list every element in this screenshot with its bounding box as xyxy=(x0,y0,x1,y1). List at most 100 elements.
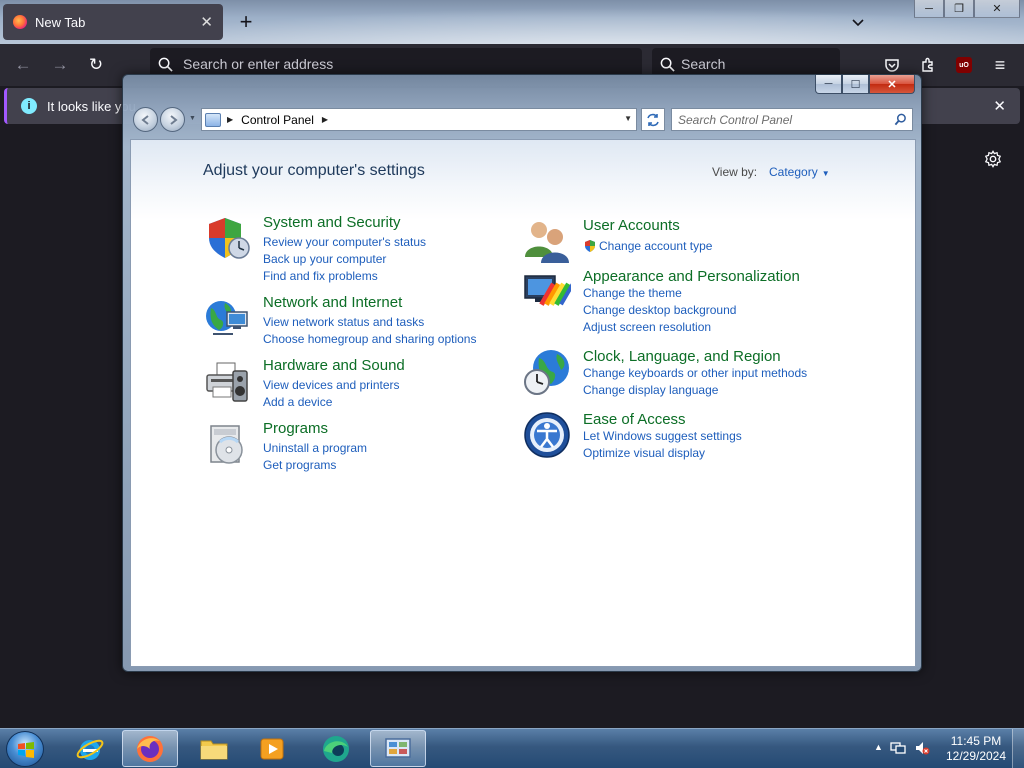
tab-title: New Tab xyxy=(35,14,86,30)
extensions-button[interactable] xyxy=(916,53,940,77)
dropdown-arrow-icon: ▼ xyxy=(821,169,830,178)
browser-minimize-button[interactable]: ─ xyxy=(914,0,944,18)
globe-clock-icon[interactable] xyxy=(523,348,571,396)
link-change-theme[interactable]: Change the theme xyxy=(583,286,682,300)
link-display-language[interactable]: Change display language xyxy=(583,383,718,397)
search-input[interactable] xyxy=(678,112,894,127)
printer-speaker-icon[interactable] xyxy=(203,357,251,405)
page-title: Adjust your computer's settings xyxy=(203,162,425,179)
new-tab-settings-button[interactable] xyxy=(982,148,1004,170)
users-icon[interactable] xyxy=(523,217,571,265)
category-title[interactable]: Ease of Access xyxy=(583,411,686,428)
search-icon xyxy=(158,57,173,72)
link-change-keyboards[interactable]: Change keyboards or other input methods xyxy=(583,366,807,380)
clock[interactable]: 11:45 PM 12/29/2024 xyxy=(940,734,1012,764)
link-get-programs[interactable]: Get programs xyxy=(263,458,336,472)
category-title[interactable]: Hardware and Sound xyxy=(263,357,405,374)
category-title[interactable]: Appearance and Personalization xyxy=(583,268,800,285)
link-back-up[interactable]: Back up your computer xyxy=(263,252,386,266)
close-button[interactable]: ✕ xyxy=(869,75,915,94)
browser-restore-button[interactable]: ❐ xyxy=(944,0,974,18)
link-desktop-background[interactable]: Change desktop background xyxy=(583,303,736,317)
view-by-label: View by: xyxy=(712,165,758,179)
clock-date: 12/29/2024 xyxy=(945,749,1007,763)
volume-muted-icon[interactable] xyxy=(914,740,930,756)
shield-icon[interactable] xyxy=(203,214,251,262)
monitor-palette-icon[interactable] xyxy=(523,268,571,316)
arrow-right-icon xyxy=(169,114,178,125)
chevron-down-icon xyxy=(852,19,864,27)
taskbar-control-panel[interactable] xyxy=(370,730,426,767)
info-icon: i xyxy=(21,98,37,114)
back-button[interactable]: ← xyxy=(10,53,36,77)
category-user-accounts: User Accounts Change account type xyxy=(523,217,853,263)
link-add-device[interactable]: Add a device xyxy=(263,395,332,409)
ublock-origin-button[interactable]: uO xyxy=(952,53,976,77)
link-screen-resolution[interactable]: Adjust screen resolution xyxy=(583,320,711,334)
link-change-account-type[interactable]: Change account type xyxy=(599,239,712,253)
taskbar-edge[interactable] xyxy=(308,730,364,767)
close-notification-button[interactable]: ✕ xyxy=(993,97,1006,115)
forward-button[interactable]: → xyxy=(47,53,73,77)
new-tab-button[interactable]: + xyxy=(232,8,260,36)
search-input[interactable] xyxy=(681,56,831,72)
breadcrumb-control-panel[interactable]: Control Panel xyxy=(241,113,314,127)
taskbar-internet-explorer[interactable] xyxy=(62,730,118,767)
category-title[interactable]: Network and Internet xyxy=(263,294,402,311)
recent-pages-dropdown[interactable]: ▼ xyxy=(189,115,196,122)
network-globe-icon[interactable] xyxy=(203,294,251,342)
control-panel-window: ─ ☐ ✕ ▼ ▶ Control Panel ▶ ▼ Search Contr… xyxy=(122,74,922,672)
link-find-fix-problems[interactable]: Find and fix problems xyxy=(263,269,378,283)
network-icon[interactable] xyxy=(890,740,906,756)
search-icon[interactable] xyxy=(894,113,907,126)
taskbar-firefox[interactable] xyxy=(122,730,178,767)
reload-button[interactable]: ↻ xyxy=(83,53,109,77)
show-hidden-icons-button[interactable]: ▲ xyxy=(874,742,883,752)
ublock-origin-icon: uO xyxy=(956,57,972,73)
start-button[interactable] xyxy=(6,731,44,767)
browser-tab-strip: New Tab ✕ + ─ ❐ ✕ xyxy=(0,0,1024,44)
category-title[interactable]: Programs xyxy=(263,420,328,437)
taskbar-file-explorer[interactable] xyxy=(186,730,242,767)
taskbar-media-player[interactable] xyxy=(244,730,300,767)
tab-new-tab[interactable]: New Tab ✕ xyxy=(3,4,223,40)
refresh-button[interactable] xyxy=(641,108,665,131)
category-ease-of-access: Ease of Access Let Windows suggest setti… xyxy=(523,411,853,467)
link-homegroup-sharing[interactable]: Choose homegroup and sharing options xyxy=(263,332,476,346)
link-uninstall-program[interactable]: Uninstall a program xyxy=(263,441,367,455)
show-desktop-button[interactable] xyxy=(1012,729,1024,768)
file-explorer-icon xyxy=(200,740,228,759)
link-optimize-visual-display[interactable]: Optimize visual display xyxy=(583,446,705,460)
breadcrumb-separator-icon[interactable]: ▶ xyxy=(322,115,328,124)
category-programs: Programs Uninstall a program Get program… xyxy=(203,420,503,476)
programs-disc-icon[interactable] xyxy=(203,420,251,468)
address-input[interactable] xyxy=(183,56,583,72)
back-button[interactable] xyxy=(133,107,158,132)
minimize-button[interactable]: ─ xyxy=(815,75,842,94)
list-all-tabs-button[interactable] xyxy=(846,10,870,34)
close-tab-icon[interactable]: ✕ xyxy=(200,13,213,31)
category-title[interactable]: System and Security xyxy=(263,214,401,231)
category-title[interactable]: Clock, Language, and Region xyxy=(583,348,781,365)
forward-button[interactable] xyxy=(160,107,185,132)
link-suggest-settings[interactable]: Let Windows suggest settings xyxy=(583,429,742,443)
breadcrumb-separator-icon[interactable]: ▶ xyxy=(227,115,233,124)
firefox-icon xyxy=(137,735,163,762)
link-devices-printers[interactable]: View devices and printers xyxy=(263,378,400,392)
maximize-button[interactable]: ☐ xyxy=(842,75,869,94)
link-view-network-status[interactable]: View network status and tasks xyxy=(263,315,424,329)
view-by-dropdown[interactable]: Category ▼ xyxy=(769,165,830,179)
view-by-value: Category xyxy=(769,165,818,179)
address-bar[interactable]: ▶ Control Panel ▶ ▼ xyxy=(201,108,637,131)
browser-close-button[interactable]: ✕ xyxy=(974,0,1020,18)
content-header-background xyxy=(131,140,915,220)
app-menu-button[interactable]: ≡ xyxy=(988,53,1012,77)
browser-window-controls: ─ ❐ ✕ xyxy=(914,0,1020,18)
ease-of-access-icon[interactable] xyxy=(523,411,571,459)
address-dropdown-icon[interactable]: ▼ xyxy=(624,114,632,123)
media-player-icon xyxy=(260,738,284,759)
category-clock-language-region: Clock, Language, and Region Change keybo… xyxy=(523,348,853,404)
control-panel-search[interactable] xyxy=(671,108,913,131)
category-title[interactable]: User Accounts xyxy=(583,217,680,234)
link-review-status[interactable]: Review your computer's status xyxy=(263,235,426,249)
